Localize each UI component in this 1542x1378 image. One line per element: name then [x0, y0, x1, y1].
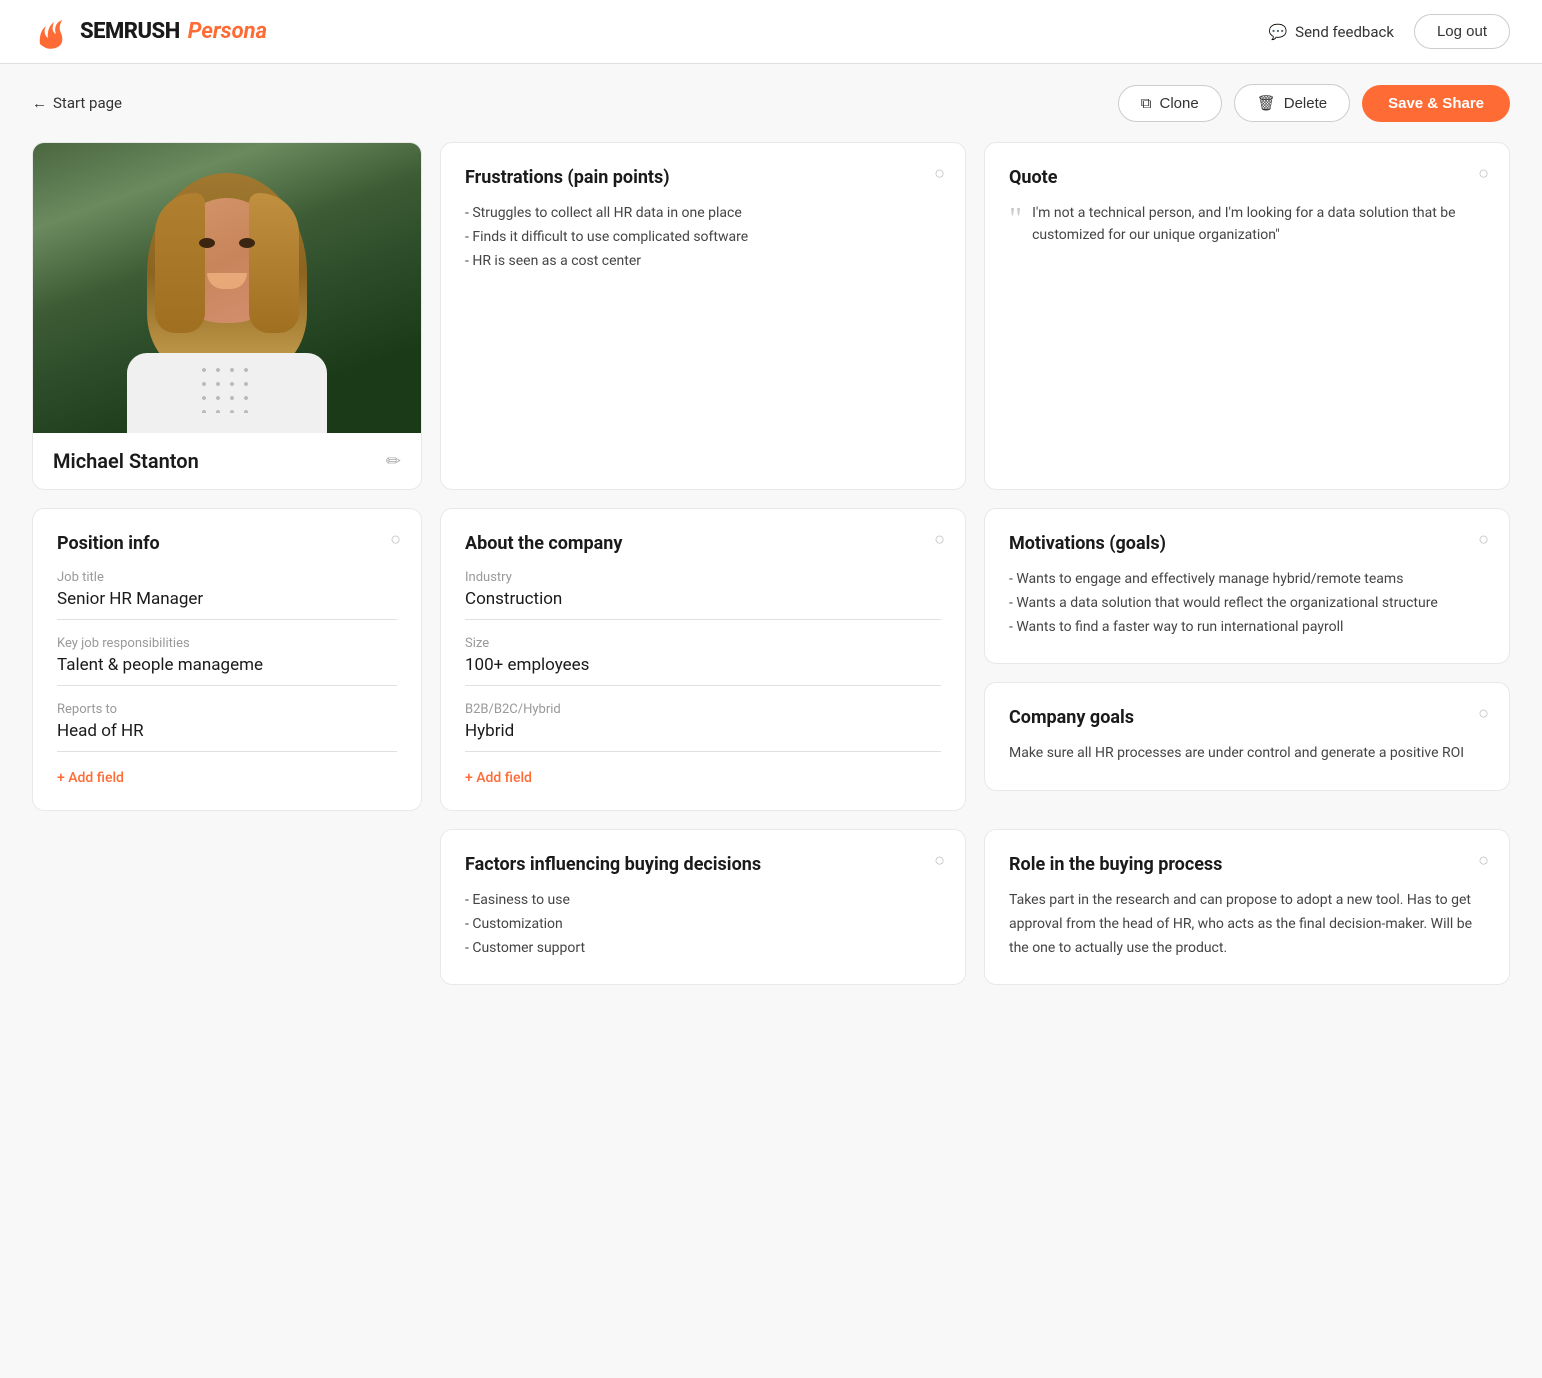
main-content: Michael Stanton ✏ ○ Position info Job ti…	[0, 142, 1542, 1017]
hint-icon-company-goals: ○	[1478, 703, 1489, 724]
factors-title: Factors influencing buying decisions	[465, 854, 941, 875]
delete-button[interactable]: 🗑 Delete	[1234, 84, 1350, 122]
toolbar-actions: ⧉ Clone 🗑 Delete Save & Share	[1118, 84, 1510, 122]
header-right: 💬 Send feedback Log out	[1268, 14, 1510, 49]
profile-name: Michael Stanton	[53, 449, 199, 473]
industry-label: Industry	[465, 570, 941, 585]
quote-title: Quote	[1009, 167, 1485, 188]
about-company-card: ○ About the company Industry Constructio…	[440, 508, 966, 811]
toolbar: ← Start page ⧉ Clone 🗑 Delete Save & Sha…	[0, 64, 1542, 142]
factors-card: ○ Factors influencing buying decisions -…	[440, 829, 966, 985]
responsibilities-label: Key job responsibilities	[57, 636, 397, 651]
profile-name-row: Michael Stanton ✏	[33, 433, 421, 489]
size-label: Size	[465, 636, 941, 651]
clone-icon: ⧉	[1141, 95, 1152, 112]
logout-button[interactable]: Log out	[1414, 14, 1510, 49]
job-title-label: Job title	[57, 570, 397, 585]
factors-content: - Easiness to use - Customization - Cust…	[465, 889, 941, 960]
industry-value: Construction	[465, 589, 941, 620]
clone-button[interactable]: ⧉ Clone	[1118, 85, 1222, 122]
hint-icon-quote: ○	[1478, 163, 1489, 184]
header: SEMRUSH Persona 💬 Send feedback Log out	[0, 0, 1542, 64]
profile-image-container	[33, 143, 421, 433]
reports-to-label: Reports to	[57, 702, 397, 717]
add-field-link-position[interactable]: + Add field	[57, 770, 397, 786]
profile-card: Michael Stanton ✏	[32, 142, 422, 490]
role-content: Takes part in the research and can propo…	[1009, 889, 1485, 960]
hint-icon-frustrations: ○	[934, 163, 945, 184]
add-field-link-about[interactable]: + Add field	[465, 770, 941, 786]
start-page-label: Start page	[53, 94, 122, 112]
send-feedback-label: Send feedback	[1295, 23, 1394, 41]
position-info-title: Position info	[57, 533, 397, 554]
send-feedback-link[interactable]: 💬 Send feedback	[1268, 23, 1393, 41]
quote-content: I'm not a technical person, and I'm look…	[1032, 202, 1485, 247]
right-col-stack: ○ Motivations (goals) - Wants to engage …	[984, 508, 1510, 811]
quote-mark-icon: "	[1009, 202, 1022, 234]
role-card: ○ Role in the buying process Takes part …	[984, 829, 1510, 985]
job-title-value: Senior HR Manager	[57, 589, 397, 620]
hint-icon: ○	[390, 529, 401, 550]
motivations-card: ○ Motivations (goals) - Wants to engage …	[984, 508, 1510, 664]
hint-icon-role: ○	[1478, 850, 1489, 871]
quote-body: " I'm not a technical person, and I'm lo…	[1009, 202, 1485, 247]
frustrations-content: - Struggles to collect all HR data in on…	[465, 202, 941, 273]
arrow-left-icon: ←	[32, 94, 47, 112]
logo-semrush-text: SEMRUSH	[80, 19, 180, 44]
type-value: Hybrid	[465, 721, 941, 752]
size-value: 100+ employees	[465, 655, 941, 686]
company-goals-content: Make sure all HR processes are under con…	[1009, 742, 1485, 766]
company-goals-card: ○ Company goals Make sure all HR process…	[984, 682, 1510, 791]
edit-pencil-icon[interactable]: ✏	[386, 451, 401, 472]
hint-icon-motivations: ○	[1478, 529, 1489, 550]
quote-card: ○ Quote " I'm not a technical person, an…	[984, 142, 1510, 490]
hint-icon-about: ○	[934, 529, 945, 550]
save-share-button[interactable]: Save & Share	[1362, 85, 1510, 122]
position-info-card: ○ Position info Job title Senior HR Mana…	[32, 508, 422, 811]
reports-to-value: Head of HR	[57, 721, 397, 752]
company-goals-title: Company goals	[1009, 707, 1485, 728]
logo-persona-text: Persona	[188, 19, 267, 44]
hint-icon-factors: ○	[934, 850, 945, 871]
frustrations-card: ○ Frustrations (pain points) - Struggles…	[440, 142, 966, 490]
frustrations-title: Frustrations (pain points)	[465, 167, 941, 188]
semrush-logo-icon	[32, 12, 72, 52]
responsibilities-value: Talent & people manageme	[57, 655, 397, 686]
logo-area: SEMRUSH Persona	[32, 12, 267, 52]
type-label: B2B/B2C/Hybrid	[465, 702, 941, 717]
chat-icon: 💬	[1268, 23, 1287, 41]
delete-icon: 🗑	[1257, 94, 1276, 112]
role-title: Role in the buying process	[1009, 854, 1485, 875]
motivations-content: - Wants to engage and effectively manage…	[1009, 568, 1485, 639]
motivations-title: Motivations (goals)	[1009, 533, 1485, 554]
start-page-link[interactable]: ← Start page	[32, 94, 122, 112]
about-company-title: About the company	[465, 533, 941, 554]
